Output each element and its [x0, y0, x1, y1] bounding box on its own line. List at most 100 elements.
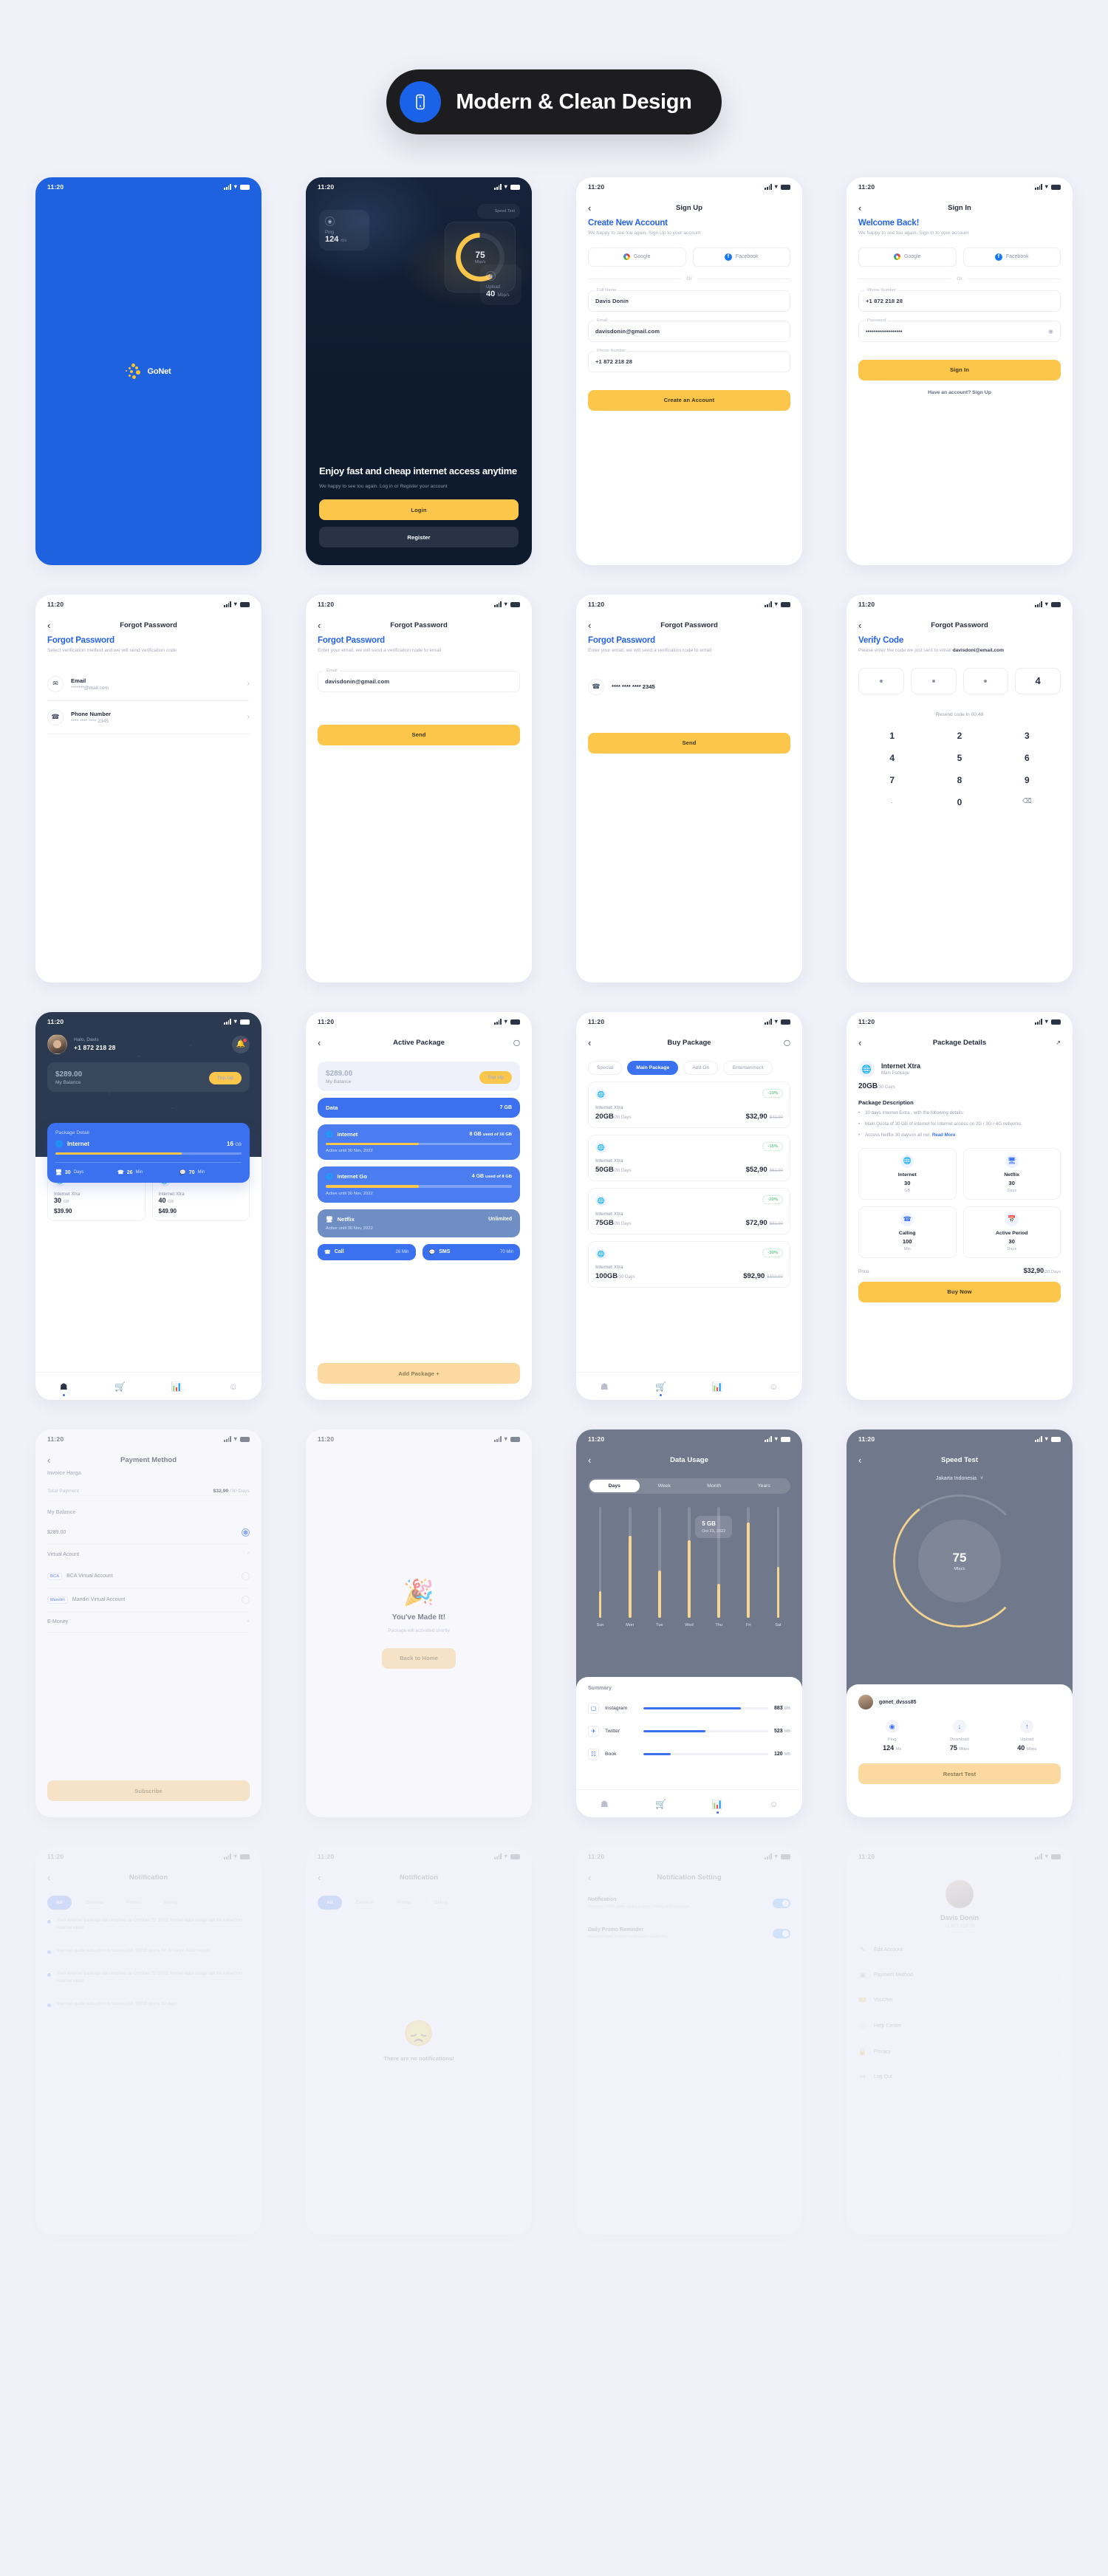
network-selector[interactable]: Jakarta Indonesia ˅ [847, 1476, 1073, 1481]
tab-general[interactable]: General [76, 1896, 112, 1910]
profile-item-logout[interactable]: ↦ Log Out › [858, 2065, 1061, 2090]
key-2[interactable]: 2 [926, 731, 993, 741]
buy-now-button[interactable]: Buy Now [858, 1281, 1061, 1302]
topup-button[interactable]: Top Up [479, 1070, 512, 1084]
otp-cell-2[interactable] [910, 667, 957, 694]
tab-home[interactable]: ☗ [576, 1799, 633, 1809]
back-icon[interactable]: ‹ [588, 1038, 591, 1048]
segment-years[interactable]: Years [739, 1480, 790, 1492]
notification-item[interactable]: Your internet package has expired on Oct… [47, 1963, 250, 1993]
facebook-signup-button[interactable]: f Facebook [692, 247, 790, 267]
otp-cell-3[interactable] [962, 667, 1009, 694]
back-icon[interactable]: ‹ [47, 621, 50, 630]
back-icon[interactable]: ‹ [588, 621, 591, 630]
signup-link[interactable]: Have an account? Sign Up [858, 390, 1061, 395]
send-button[interactable]: Send [588, 732, 790, 754]
key-9[interactable]: 9 [994, 775, 1061, 785]
key-7[interactable]: 7 [858, 775, 926, 785]
email-field[interactable]: Email davisdonin@gmail.com [318, 668, 520, 692]
notification-item[interactable]: Internet quota activation is successful,… [47, 1993, 250, 2016]
package-item-netflix[interactable]: 🖥 Netflix Unlimited Active until 30 Nov,… [318, 1209, 520, 1237]
notification-item[interactable]: Your internet package has expired on Oct… [47, 1910, 250, 1940]
tab-entertainment[interactable]: Entertainment [723, 1061, 773, 1075]
balance-option[interactable]: $289.00 [47, 1521, 250, 1545]
tab-promo[interactable]: Promo [117, 1896, 150, 1910]
method-email[interactable]: ✉ Email *******@mail.com › [47, 668, 250, 701]
back-icon[interactable]: ‹ [588, 1455, 591, 1465]
tab-basket[interactable]: 🛒 [92, 1381, 149, 1392]
back-icon[interactable]: ‹ [858, 621, 861, 630]
register-button[interactable]: Register [319, 527, 519, 547]
tab-main-package[interactable]: Main Package [627, 1061, 679, 1075]
setting-daily-promo[interactable]: Daily Promo Reminder Receive daily promo… [588, 1919, 790, 1949]
profile-item-edit-account[interactable]: ✎ Edit Account › [858, 1938, 1061, 1963]
subscribe-button[interactable]: Subscribe [47, 1780, 250, 1801]
key-0[interactable]: 0 [926, 797, 993, 807]
chip-sms[interactable]: 💬 SMS 70 Min [422, 1243, 520, 1260]
radio-icon[interactable] [242, 1572, 250, 1580]
phone-field[interactable]: Phone Number +1 872 218 28 [858, 287, 1061, 312]
add-package-button[interactable]: Add Package + [318, 1363, 520, 1384]
search-icon[interactable]: ◯ [513, 1039, 520, 1046]
package-card[interactable]: 🌐 -10% Internet Xtra 20GB/30 Days $32,90… [588, 1082, 790, 1128]
radio-icon[interactable] [242, 1596, 250, 1604]
tab-profile[interactable]: ☺ [205, 1381, 262, 1392]
login-button[interactable]: Login [319, 499, 519, 520]
password-field[interactable]: Password •••••••••••••••••• ◉ [858, 318, 1061, 342]
bell-icon[interactable]: 🔔 [232, 1035, 250, 1053]
virtual-account-header[interactable]: Virtual Acount ^ [47, 1545, 250, 1565]
google-signup-button[interactable]: Google [588, 247, 686, 267]
package-card[interactable]: 🌐 -20% Internet Xtra 75GB/30 Days $72,90… [588, 1188, 790, 1234]
otp-cell-1[interactable] [858, 667, 904, 694]
tab-billing[interactable]: Billing [154, 1896, 187, 1910]
toggle-daily-promo[interactable] [773, 1928, 790, 1938]
read-more-link[interactable]: Read More [932, 1132, 956, 1138]
virtual-account-bca[interactable]: BCA BCA Virtual Account [47, 1565, 250, 1588]
key-4[interactable]: 4 [858, 753, 926, 763]
segment-week[interactable]: Week [640, 1480, 690, 1492]
facebook-signin-button[interactable]: f Facebook [962, 247, 1061, 267]
tab-profile[interactable]: ☺ [746, 1799, 803, 1809]
topup-button[interactable]: Top Up [208, 1071, 242, 1084]
otp-cell-4[interactable]: 4 [1015, 667, 1061, 694]
emoney-header[interactable]: E-Money ˅ [47, 1612, 250, 1633]
key-6[interactable]: 6 [994, 753, 1061, 763]
key-1[interactable]: 1 [858, 731, 926, 741]
virtual-account-mandiri[interactable]: Mandiri Mandiri Virtual Account [47, 1588, 250, 1612]
tab-chart[interactable]: 📊 [148, 1381, 205, 1392]
profile-item-voucher[interactable]: 🎫 Voucher › [858, 1988, 1061, 2013]
back-icon[interactable]: ‹ [318, 621, 321, 630]
radio-icon[interactable] [242, 1528, 250, 1537]
notification-item[interactable]: Internet quota activation is successful,… [47, 1940, 250, 1963]
tab-home[interactable]: ☗ [35, 1381, 92, 1396]
google-signin-button[interactable]: Google [858, 247, 957, 267]
back-icon[interactable]: ‹ [47, 1873, 50, 1882]
restart-test-button[interactable]: Restart Test [858, 1763, 1061, 1784]
tab-all[interactable]: All [47, 1896, 72, 1910]
profile-item-payment-method[interactable]: ▣ Payment Method › [858, 1963, 1061, 1988]
profile-item-privacy[interactable]: 🔒 Privacy › [858, 2040, 1061, 2065]
key-8[interactable]: 8 [926, 775, 993, 785]
tab-chart[interactable]: 📊 [689, 1381, 746, 1392]
tab-basket[interactable]: 🛒 [633, 1799, 690, 1809]
back-icon[interactable]: ‹ [588, 1873, 591, 1882]
tab-profile[interactable]: ☺ [746, 1381, 803, 1392]
tab-chart[interactable]: 📊 [689, 1799, 746, 1814]
email-field[interactable]: Email davisdonin@gmail.com [588, 318, 790, 342]
create-account-button[interactable]: Create an Account [588, 389, 790, 411]
back-to-home-button[interactable]: Back to Home [382, 1647, 456, 1669]
tab-special[interactable]: Special [588, 1061, 623, 1075]
key-3[interactable]: 3 [994, 731, 1061, 741]
share-icon[interactable]: ↗ [1056, 1039, 1061, 1046]
fullname-field[interactable]: Full Name Davis Donin [588, 287, 790, 312]
backspace-icon[interactable]: ⌫ [994, 797, 1061, 807]
key-dot[interactable]: . [858, 797, 926, 807]
back-icon[interactable]: ‹ [47, 1455, 50, 1465]
back-icon[interactable]: ‹ [588, 203, 591, 213]
setting-notification[interactable]: Notification Receive notification about … [588, 1888, 790, 1919]
method-phone[interactable]: ☎ Phone Number **** **** **** 2345 › [47, 701, 250, 734]
back-icon[interactable]: ‹ [318, 1038, 321, 1048]
back-icon[interactable]: ‹ [858, 203, 861, 213]
signin-button[interactable]: Sign In [858, 359, 1061, 380]
package-item-internet[interactable]: 🌐 Internet 8 GB used of 16 GB Active unt… [318, 1124, 520, 1161]
